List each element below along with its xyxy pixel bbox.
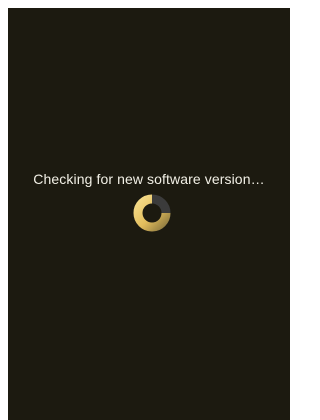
loading-spinner-icon — [131, 192, 173, 234]
update-screen: Checking for new software version… — [8, 8, 290, 420]
status-message: Checking for new software version… — [33, 171, 265, 187]
